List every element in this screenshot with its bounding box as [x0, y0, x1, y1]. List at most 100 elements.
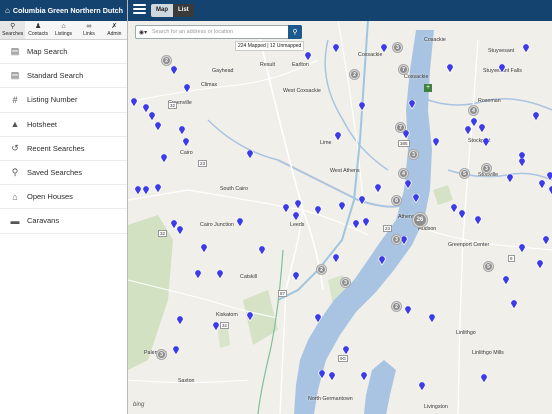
listing-pin-icon[interactable] [142, 186, 150, 195]
cluster-marker[interactable]: 3 [341, 278, 350, 287]
tab-admin[interactable]: ✗ Admin [102, 21, 127, 39]
listing-pin-icon[interactable] [334, 132, 342, 141]
listing-pin-icon[interactable] [178, 126, 186, 135]
listing-pin-icon[interactable] [176, 316, 184, 325]
listing-pin-icon[interactable] [282, 204, 290, 213]
search-input[interactable]: Search for an address or location [150, 29, 288, 35]
listing-pin-icon[interactable] [498, 64, 506, 73]
listing-pin-icon[interactable] [522, 44, 530, 53]
listing-pin-icon[interactable] [450, 204, 458, 213]
listing-pin-icon[interactable] [404, 180, 412, 189]
listing-pin-icon[interactable] [428, 314, 436, 323]
cluster-marker[interactable]: 3 [482, 164, 491, 173]
menu-open-houses[interactable]: ⌂ Open Houses [0, 185, 127, 210]
tab-searches[interactable]: ⚲ Searches [0, 21, 26, 39]
listing-pin-icon[interactable] [342, 346, 350, 355]
listing-pin-icon[interactable] [154, 184, 162, 193]
menu-recent-searches[interactable]: ↺ Recent Searches [0, 137, 127, 161]
cluster-marker[interactable]: 7 [399, 65, 408, 74]
listing-pin-icon[interactable] [314, 314, 322, 323]
listing-pin-icon[interactable] [362, 218, 370, 227]
listing-pin-icon[interactable] [510, 300, 518, 309]
zoom-in-button[interactable]: + [424, 84, 432, 92]
listing-pin-icon[interactable] [212, 322, 220, 331]
listing-pin-icon[interactable] [182, 138, 190, 147]
listing-pin-icon[interactable] [374, 184, 382, 193]
listing-pin-icon[interactable] [542, 236, 550, 245]
listing-pin-icon[interactable] [304, 52, 312, 61]
cluster-marker[interactable]: 2 [392, 302, 401, 311]
listing-pin-icon[interactable] [518, 158, 526, 167]
listing-pin-icon[interactable] [518, 244, 526, 253]
listing-pin-icon[interactable] [548, 186, 552, 195]
listing-pin-icon[interactable] [294, 200, 302, 209]
location-pin-dropdown-icon[interactable]: ◉▾ [136, 29, 150, 36]
listing-pin-icon[interactable] [358, 196, 366, 205]
listing-pin-icon[interactable] [446, 64, 454, 73]
map-view-button[interactable]: Map [151, 4, 173, 17]
tab-listings[interactable]: ⌂ Listings [51, 21, 76, 39]
listing-pin-icon[interactable] [328, 372, 336, 381]
menu-caravans[interactable]: ▬ Caravans [0, 209, 127, 234]
cluster-marker[interactable]: 26 [413, 213, 427, 227]
listing-pin-icon[interactable] [338, 202, 346, 211]
menu-map-search[interactable]: ▤ Map Search [0, 40, 127, 65]
listing-pin-icon[interactable] [160, 154, 168, 163]
listing-pin-icon[interactable] [236, 218, 244, 227]
listing-pin-icon[interactable] [478, 124, 486, 133]
listing-pin-icon[interactable] [332, 254, 340, 263]
listing-pin-icon[interactable] [200, 244, 208, 253]
listing-pin-icon[interactable] [292, 272, 300, 281]
listing-pin-icon[interactable] [332, 44, 340, 53]
listing-pin-icon[interactable] [216, 270, 224, 279]
menu-saved-searches[interactable]: ⚲ Saved Searches [0, 161, 127, 186]
listing-pin-icon[interactable] [464, 126, 472, 135]
cluster-marker[interactable]: 4 [469, 106, 478, 115]
cluster-marker[interactable]: 7 [396, 123, 405, 132]
listing-pin-icon[interactable] [183, 84, 191, 93]
list-view-button[interactable]: List [173, 4, 194, 17]
home-icon[interactable]: ⌂ [5, 6, 10, 15]
cluster-marker[interactable]: 3 [409, 150, 418, 159]
listing-pin-icon[interactable] [170, 66, 178, 75]
cluster-marker[interactable]: 2 [317, 265, 326, 274]
tab-contacts[interactable]: ♟ Contacts [25, 21, 50, 39]
listing-pin-icon[interactable] [536, 260, 544, 269]
listing-pin-icon[interactable] [402, 130, 410, 139]
listing-pin-icon[interactable] [258, 246, 266, 255]
search-button[interactable]: ⚲ [288, 25, 302, 39]
listing-pin-icon[interactable] [404, 306, 412, 315]
listing-pin-icon[interactable] [400, 236, 408, 245]
listing-pin-icon[interactable] [538, 180, 546, 189]
cluster-marker[interactable]: 3 [157, 350, 166, 359]
listing-pin-icon[interactable] [546, 172, 552, 181]
listing-pin-icon[interactable] [246, 312, 254, 321]
listing-pin-icon[interactable] [194, 270, 202, 279]
cluster-marker[interactable]: 3 [392, 235, 401, 244]
hamburger-menu-icon[interactable] [133, 4, 146, 16]
listing-pin-icon[interactable] [482, 138, 490, 147]
menu-listing-number[interactable]: # Listing Number [0, 88, 127, 113]
listing-pin-icon[interactable] [246, 150, 254, 159]
listing-pin-icon[interactable] [360, 372, 368, 381]
menu-standard-search[interactable]: ▤ Standard Search [0, 64, 127, 89]
tab-links[interactable]: ∞ Links [76, 21, 101, 39]
map-canvas[interactable]: Gayhead Result Earlton Coxsackie Cosacki… [128, 0, 552, 414]
cluster-marker[interactable]: 3 [393, 43, 402, 52]
cluster-marker[interactable]: 4 [399, 169, 408, 178]
listing-pin-icon[interactable] [154, 122, 162, 131]
cluster-marker[interactable]: 8 [392, 196, 401, 205]
listing-pin-icon[interactable] [412, 194, 420, 203]
listing-pin-icon[interactable] [130, 98, 138, 107]
listing-pin-icon[interactable] [418, 382, 426, 391]
cluster-marker[interactable]: 2 [162, 56, 171, 65]
listing-pin-icon[interactable] [134, 186, 142, 195]
listing-pin-icon[interactable] [172, 346, 180, 355]
cluster-marker[interactable]: 5 [484, 262, 493, 271]
listing-pin-icon[interactable] [432, 138, 440, 147]
listing-pin-icon[interactable] [408, 100, 416, 109]
listing-pin-icon[interactable] [480, 374, 488, 383]
cluster-marker[interactable]: 5 [460, 169, 469, 178]
listing-pin-icon[interactable] [358, 102, 366, 111]
listing-pin-icon[interactable] [474, 216, 482, 225]
